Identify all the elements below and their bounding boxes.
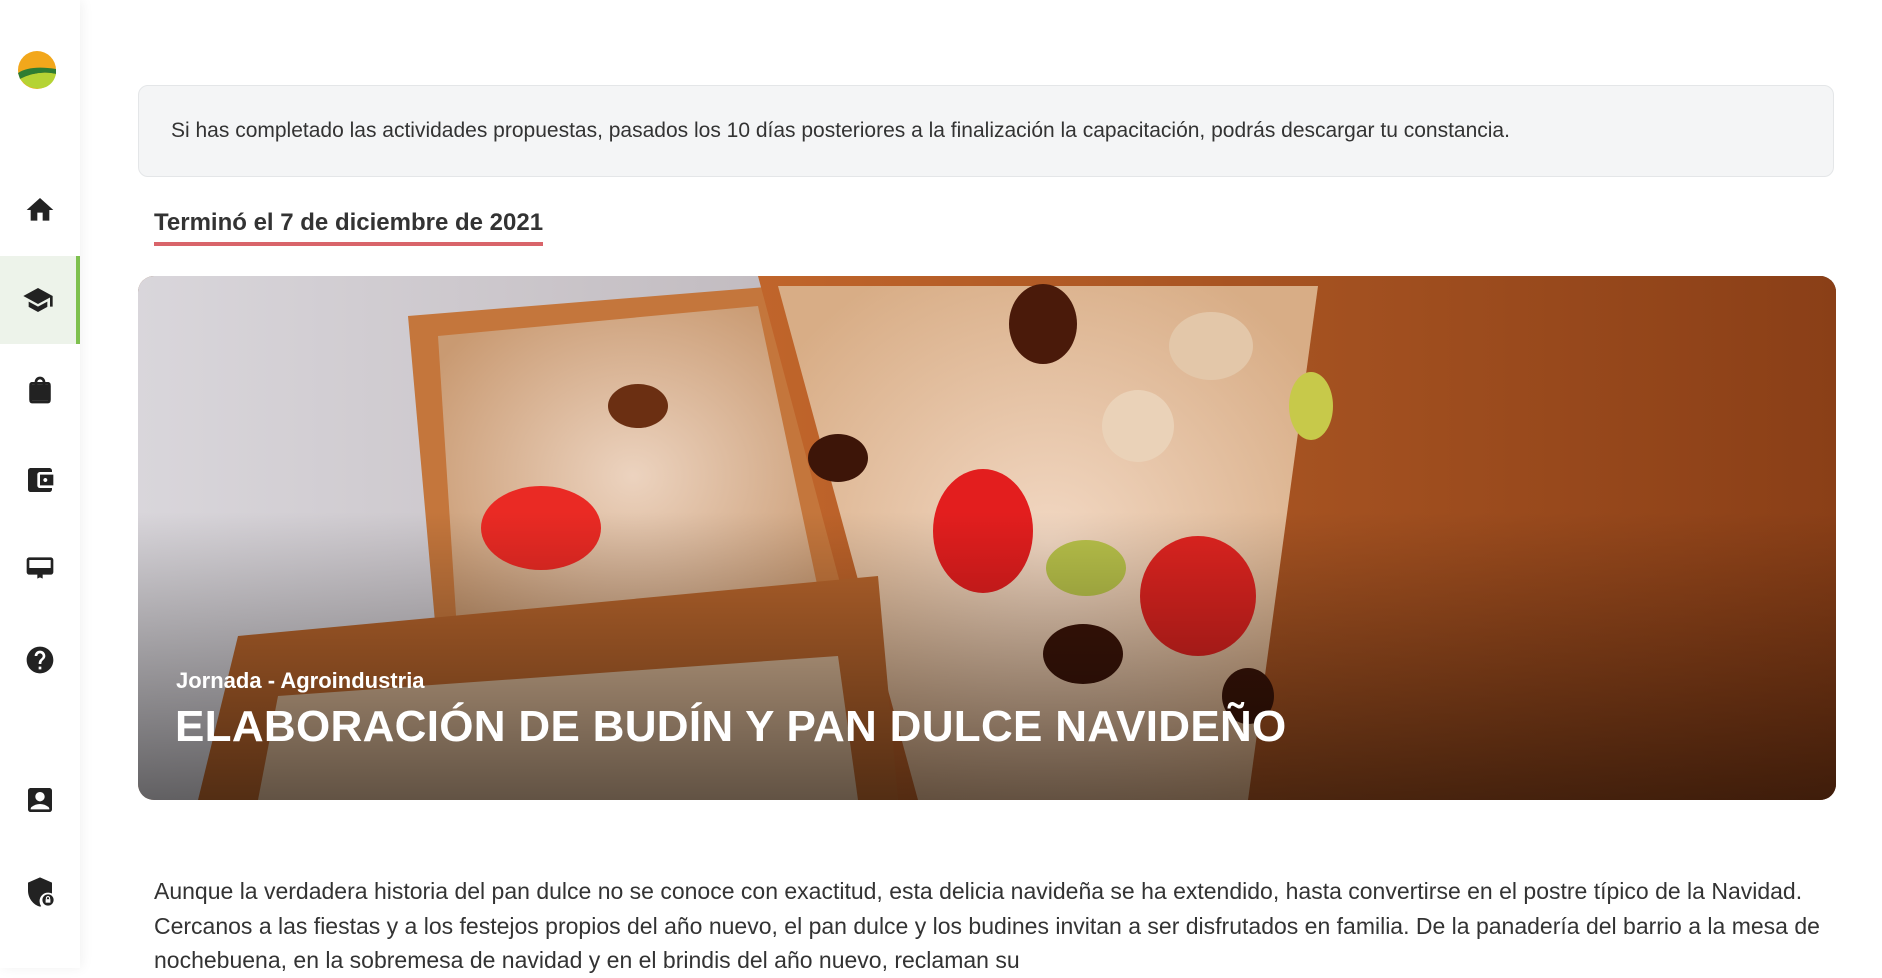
billboard-icon [26, 557, 54, 579]
nav-billboard[interactable] [0, 524, 80, 612]
nav-wallet[interactable] [0, 436, 80, 524]
course-hero-banner: Jornada - Agroindustria ELABORACIÓN DE B… [138, 276, 1836, 800]
nav-security[interactable] [0, 848, 80, 936]
completion-notice: Si has completado las actividades propue… [138, 85, 1834, 177]
help-icon [26, 646, 54, 674]
main-content: Si has completado las actividades propue… [138, 0, 1836, 973]
shopping-bag-icon [29, 376, 51, 404]
shield-lock-icon [28, 877, 54, 907]
sidebar [0, 0, 80, 968]
wallet-icon [28, 468, 54, 492]
course-end-date: Terminó el 7 de diciembre de 2021 [154, 209, 544, 246]
nav-help[interactable] [0, 616, 80, 704]
notice-text: Si has completado las actividades propue… [171, 119, 1510, 142]
home-icon [26, 198, 54, 221]
nav-shop[interactable] [0, 346, 80, 434]
nav-home[interactable] [0, 166, 80, 254]
nav-courses[interactable] [0, 256, 80, 344]
app-logo[interactable] [18, 51, 56, 89]
course-title: ELABORACIÓN DE BUDÍN Y PAN DULCE NAVIDEÑ… [175, 702, 1287, 751]
nav-contact[interactable] [0, 756, 80, 844]
course-description: Aunque la verdadera historia del pan dul… [154, 878, 1820, 973]
graduation-cap-icon [23, 288, 53, 312]
course-category: Jornada - Agroindustria [176, 668, 425, 693]
contact-card-icon [28, 788, 52, 812]
